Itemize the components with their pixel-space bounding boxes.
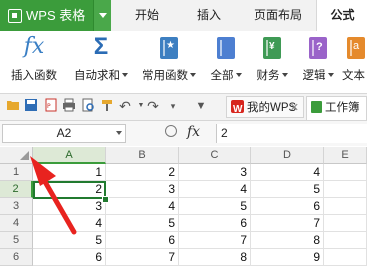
cell-d2[interactable]: 5 bbox=[251, 181, 324, 198]
column-header-a[interactable]: A bbox=[33, 147, 106, 164]
book-icon bbox=[217, 37, 235, 59]
tab-start[interactable]: 开始 bbox=[118, 0, 176, 31]
doc-tab-my-wps[interactable]: W 我的WPS ✕ bbox=[226, 96, 304, 118]
column-header-d[interactable]: D bbox=[251, 147, 324, 164]
close-icon[interactable]: ✕ bbox=[290, 97, 299, 119]
cell-c4[interactable]: 6 bbox=[179, 215, 251, 232]
column-header-b[interactable]: B bbox=[106, 147, 179, 164]
question-book-icon: ? bbox=[309, 37, 327, 59]
app-menu-dropdown[interactable] bbox=[93, 0, 111, 31]
cell-b4[interactable]: 5 bbox=[106, 215, 179, 232]
cell-d5[interactable]: 8 bbox=[251, 232, 324, 249]
print-preview-icon[interactable] bbox=[81, 98, 95, 114]
text-book-icon: a bbox=[347, 37, 365, 59]
undo-icon[interactable]: ↶ bbox=[118, 98, 132, 114]
find-function-icon[interactable] bbox=[165, 125, 177, 137]
cell-b6[interactable]: 7 bbox=[106, 249, 179, 266]
redo-icon[interactable]: ↷ bbox=[146, 98, 160, 114]
svg-text:P: P bbox=[47, 103, 51, 110]
sigma-icon: Σ bbox=[93, 33, 109, 60]
cell-a3[interactable]: 3 bbox=[33, 198, 106, 215]
cell-e4[interactable] bbox=[324, 215, 367, 232]
fx-button[interactable]: fx bbox=[187, 124, 200, 140]
wps-logo-icon bbox=[8, 9, 22, 23]
cell-e3[interactable] bbox=[324, 198, 367, 215]
print-icon[interactable] bbox=[62, 98, 76, 114]
cell-d6[interactable]: 9 bbox=[251, 249, 324, 266]
star-book-icon: ★ bbox=[160, 37, 178, 59]
format-painter-icon[interactable] bbox=[100, 98, 114, 114]
row-header-6[interactable]: 6 bbox=[0, 249, 33, 266]
cell-e1[interactable] bbox=[324, 164, 367, 181]
app-title: WPS 表格 bbox=[26, 8, 86, 23]
doc-tab-workbook[interactable]: 工作簿 bbox=[306, 96, 367, 120]
insert-function-button[interactable]: fx 插入函数 bbox=[2, 33, 66, 91]
cell-e6[interactable] bbox=[324, 249, 367, 266]
row-header-1[interactable]: 1 bbox=[0, 164, 33, 181]
common-functions-button[interactable]: ★ 常用函数 bbox=[136, 33, 202, 91]
cell-b5[interactable]: 6 bbox=[106, 232, 179, 249]
cell-c3[interactable]: 5 bbox=[179, 198, 251, 215]
tab-insert[interactable]: 插入 bbox=[178, 0, 240, 31]
wps-logo-icon: W bbox=[231, 100, 244, 115]
cell-c1[interactable]: 3 bbox=[179, 164, 251, 181]
save-icon[interactable] bbox=[24, 98, 38, 114]
column-header-e[interactable]: E bbox=[324, 147, 367, 164]
cell-d4[interactable]: 7 bbox=[251, 215, 324, 232]
money-book-icon: ¥ bbox=[263, 37, 281, 59]
cell-a6[interactable]: 6 bbox=[33, 249, 106, 266]
logical-functions-button[interactable]: ? 逻辑 bbox=[296, 33, 340, 91]
cell-e5[interactable] bbox=[324, 232, 367, 249]
formula-input[interactable]: 2 bbox=[216, 124, 367, 143]
tab-formula[interactable]: 公式 bbox=[316, 0, 367, 32]
customize-toolbar-icon[interactable]: ▾ bbox=[166, 98, 180, 114]
fill-handle[interactable] bbox=[102, 196, 109, 203]
cell-a1[interactable]: 1 bbox=[33, 164, 106, 181]
cell-a5[interactable]: 5 bbox=[33, 232, 106, 249]
row-header-2[interactable]: 2 bbox=[0, 181, 33, 198]
tab-list-dropdown-icon[interactable]: ▼ bbox=[194, 98, 208, 114]
cell-b2[interactable]: 3 bbox=[106, 181, 179, 198]
financial-functions-button[interactable]: ¥ 财务 bbox=[250, 33, 294, 91]
fx-icon: fx bbox=[23, 34, 45, 59]
cell-c2[interactable]: 4 bbox=[179, 181, 251, 198]
cell-c6[interactable]: 8 bbox=[179, 249, 251, 266]
open-folder-icon[interactable] bbox=[6, 98, 20, 114]
app-menu-button[interactable]: WPS 表格 bbox=[0, 0, 93, 31]
row-header-4[interactable]: 4 bbox=[0, 215, 33, 232]
doc-tab-label: 工作簿 bbox=[325, 102, 360, 114]
auto-sum-button[interactable]: Σ 自动求和 bbox=[68, 33, 134, 91]
cell-a4[interactable]: 4 bbox=[33, 215, 106, 232]
name-box-dropdown-icon[interactable] bbox=[116, 131, 122, 135]
cell-d3[interactable]: 6 bbox=[251, 198, 324, 215]
text-functions-button[interactable]: a 文本 bbox=[342, 33, 367, 91]
tab-page-layout[interactable]: 页面布局 bbox=[242, 0, 314, 31]
row-header-3[interactable]: 3 bbox=[0, 198, 33, 215]
cell-b3[interactable]: 4 bbox=[106, 198, 179, 215]
sheet-icon bbox=[311, 101, 322, 113]
cell-b1[interactable]: 2 bbox=[106, 164, 179, 181]
cell-d1[interactable]: 4 bbox=[251, 164, 324, 181]
cell-e2[interactable] bbox=[324, 181, 367, 198]
column-header-c[interactable]: C bbox=[179, 147, 251, 164]
all-functions-button[interactable]: 全部 bbox=[204, 33, 248, 91]
name-box[interactable]: A2 bbox=[2, 124, 126, 143]
cell-c5[interactable]: 7 bbox=[179, 232, 251, 249]
export-pdf-icon[interactable]: P bbox=[44, 98, 58, 114]
select-all-triangle-icon[interactable] bbox=[20, 151, 29, 160]
active-cell-border bbox=[33, 181, 106, 199]
row-header-5[interactable]: 5 bbox=[0, 232, 33, 249]
